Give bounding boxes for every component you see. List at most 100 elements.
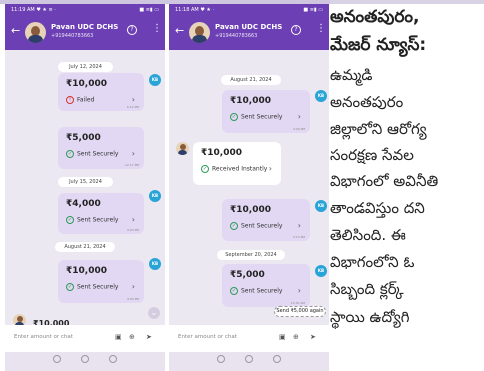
help-icon[interactable]: ?	[291, 25, 301, 35]
chat-input-bar: Enter amount or chat ▣ ⊕ ➤	[5, 325, 165, 352]
payment-card[interactable]: ₹10,000 ! Failed › 6:12 PM	[58, 73, 144, 111]
payment-status-text: Sent Securely	[77, 150, 119, 158]
article-line: సిబ్బంది క్లర్క్	[330, 280, 404, 298]
kb-avatar: KB	[315, 200, 327, 212]
check-icon: ✓	[230, 113, 238, 121]
chevron-right-icon: ›	[131, 95, 135, 104]
date-separator: September 20, 2024	[217, 250, 285, 260]
payment-time: 4:23 PM	[126, 228, 139, 232]
article-line: తెలిసింది. ఈ	[330, 226, 406, 244]
failed-icon: !	[66, 96, 74, 104]
payment-status: ✓ Sent Securely	[230, 287, 282, 295]
payment-amount: ₹5,000	[230, 270, 265, 280]
nav-back-icon[interactable]	[53, 355, 61, 363]
back-arrow-icon[interactable]: ←	[175, 25, 184, 36]
send-again-button[interactable]: Send ₹5,000 again	[274, 306, 326, 317]
article-line: విభాగంలోని ఓ	[330, 253, 415, 271]
payment-amount: ₹5,000	[66, 133, 101, 143]
payment-status-text: Sent Securely	[241, 222, 283, 230]
status-icons: ■ ≡▮ ▭	[303, 7, 323, 13]
payment-status: ✓ Sent Securely	[230, 222, 282, 230]
nav-back-icon[interactable]	[217, 355, 225, 363]
payment-time: 3:13 PM	[292, 235, 305, 239]
payment-status: ✓ Received Instantly	[201, 165, 267, 173]
add-icon[interactable]: ⊕	[293, 333, 299, 341]
date-separator: July 12, 2024	[58, 62, 113, 72]
chat-input[interactable]: Enter amount or chat	[14, 334, 73, 340]
nav-home-icon[interactable]	[81, 355, 89, 363]
nav-recents-icon[interactable]	[109, 355, 117, 363]
payment-status-text: Received Instantly	[212, 165, 268, 173]
received-payment-card[interactable]: ₹10,000 ✓ Received Instantly ›	[193, 142, 281, 185]
chevron-right-icon: ›	[268, 164, 272, 173]
scroll-down-button[interactable]: ⌄	[148, 307, 160, 319]
chat-input[interactable]: Enter amount or chat	[178, 334, 237, 340]
send-icon[interactable]: ➤	[310, 333, 316, 341]
payment-card[interactable]: ₹5,000 ✓ Sent Securely › 10:30 AM	[222, 264, 310, 307]
kb-avatar: KB	[149, 258, 161, 270]
chevron-right-icon: ›	[297, 286, 301, 295]
payment-status: ✓ Sent Securely	[66, 216, 118, 224]
chat-area[interactable]: August 21, 2024 KB ₹10,000 ✓ Sent Securel…	[169, 50, 329, 325]
more-options-icon[interactable]: ⋮	[316, 23, 326, 35]
phone-screenshot-right: 11:18 AM ♥ ★ · ■ ≡▮ ▭ ← Pavan UDC DCHS +…	[169, 4, 329, 371]
gallery-icon[interactable]: ▣	[115, 333, 122, 341]
status-time: 11:18 AM ♥ ★ ·	[175, 7, 215, 13]
payment-status-text: Failed	[77, 96, 95, 104]
contact-avatar[interactable]	[189, 22, 210, 43]
payment-amount: ₹4,000	[66, 199, 101, 209]
payment-status: ✓ Sent Securely	[66, 150, 118, 158]
payment-amount: ₹10,000	[230, 96, 271, 106]
back-arrow-icon[interactable]: ←	[11, 25, 20, 36]
system-nav-bar	[5, 352, 165, 371]
date-separator: July 15, 2024	[58, 177, 113, 187]
check-icon: ✓	[201, 165, 209, 173]
payment-status: ✓ Sent Securely	[66, 283, 118, 291]
payment-time: 4:00 PM	[126, 297, 139, 301]
payment-time: 6:12 PM	[126, 105, 139, 109]
chat-header: ← Pavan UDC DCHS +919440783663 ? ⋮	[5, 16, 165, 50]
contact-name[interactable]: Pavan UDC DCHS	[51, 23, 118, 31]
payment-amount: ₹10,000	[230, 205, 271, 215]
nav-home-icon[interactable]	[245, 355, 253, 363]
payment-time: 4:00 PM	[292, 127, 305, 131]
status-time: 11:19 AM ♥ ★ ≡ ·	[11, 7, 56, 13]
chat-area[interactable]: July 12, 2024 KB ₹10,000 ! Failed › 6:12 …	[5, 50, 165, 328]
contact-phone: +919440783663	[51, 33, 94, 39]
date-separator: August 21, 2024	[221, 75, 281, 85]
payment-card[interactable]: ₹4,000 ✓ Sent Securely › 4:23 PM	[58, 193, 144, 234]
article-line: ఉమ్మడి	[330, 66, 373, 84]
add-icon[interactable]: ⊕	[129, 333, 135, 341]
payment-card[interactable]: ₹10,000 ✓ Sent Securely › 4:00 PM	[222, 90, 310, 133]
kb-avatar: KB	[315, 265, 327, 277]
chevron-right-icon: ›	[297, 221, 301, 230]
avatar-body	[178, 150, 187, 155]
user-avatar	[176, 142, 189, 155]
status-bar: 11:18 AM ♥ ★ · ■ ≡▮ ▭	[169, 4, 329, 16]
send-icon[interactable]: ➤	[146, 333, 152, 341]
phone-screenshot-left: 11:19 AM ♥ ★ ≡ · ■ ≡▮ ▭ ← Pavan UDC DCHS…	[5, 4, 165, 371]
system-nav-bar	[169, 352, 329, 371]
kb-avatar: KB	[315, 90, 327, 102]
help-icon[interactable]: ?	[127, 25, 137, 35]
payment-time: 12:17 PM	[125, 163, 139, 167]
avatar-body	[28, 35, 43, 43]
nav-recents-icon[interactable]	[273, 355, 281, 363]
payment-card[interactable]: ₹10,000 ✓ Sent Securely › 4:00 PM	[58, 260, 144, 303]
gallery-icon[interactable]: ▣	[279, 333, 286, 341]
date-separator: August 21, 2024	[55, 242, 115, 252]
contact-name[interactable]: Pavan UDC DCHS	[215, 23, 282, 31]
payment-amount: ₹10,000	[66, 79, 107, 89]
contact-avatar[interactable]	[25, 22, 46, 43]
article-line: మేజర్ న్యూస్:	[330, 35, 427, 55]
chat-input-bar: Enter amount or chat ▣ ⊕ ➤	[169, 325, 329, 352]
article-line: సంరక్షణ సేవల	[330, 146, 414, 164]
check-icon: ✓	[66, 283, 74, 291]
article-line: విభాగంలో అవినీతి	[330, 172, 439, 190]
payment-card[interactable]: ₹5,000 ✓ Sent Securely › 12:17 PM	[58, 127, 144, 169]
chevron-right-icon: ›	[131, 149, 135, 158]
check-icon: ✓	[230, 222, 238, 230]
kb-avatar: KB	[149, 190, 161, 202]
payment-card[interactable]: ₹10,000 ✓ Sent Securely › 3:13 PM	[222, 199, 310, 241]
more-options-icon[interactable]: ⋮	[152, 23, 162, 35]
